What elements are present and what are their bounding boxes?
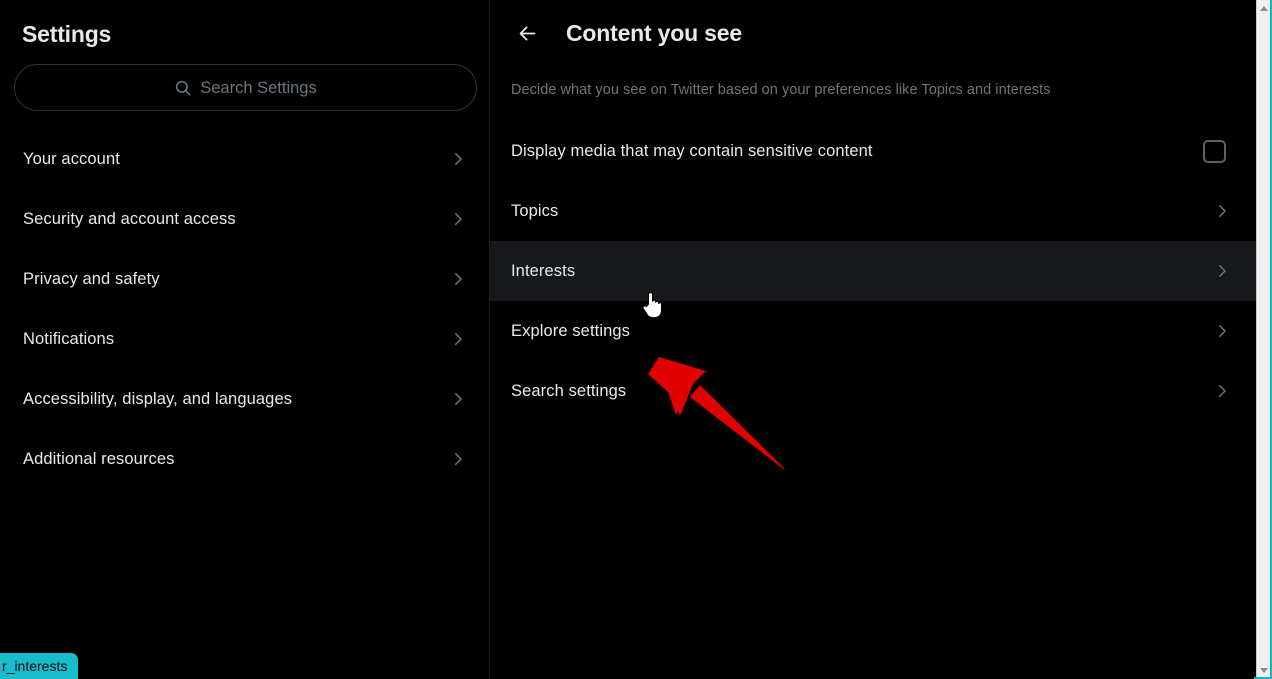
search-settings-input[interactable]: Search Settings [14, 64, 477, 111]
chevron-right-icon [449, 390, 467, 408]
sidebar-title: Settings [22, 21, 112, 47]
vertical-scrollbar[interactable] [1256, 0, 1271, 679]
sidebar-item-additional-resources[interactable]: Additional resources [0, 429, 489, 489]
chevron-right-icon [1213, 262, 1231, 280]
row-label: Interests [511, 262, 576, 280]
sidebar-item-accessibility-display-and-languages[interactable]: Accessibility, display, and languages [0, 369, 489, 429]
sidebar-item-label: Privacy and safety [23, 270, 160, 288]
chevron-right-icon [449, 210, 467, 228]
page-body: Settings Search Settings Your account Se… [0, 0, 1256, 679]
status-badge: r_interests [0, 653, 79, 679]
back-button[interactable] [510, 16, 544, 50]
triangle-up-icon [1260, 6, 1268, 11]
row-search-settings[interactable]: Search settings [490, 361, 1256, 421]
scrollbar-up-button[interactable] [1257, 0, 1271, 17]
row-interests[interactable]: Interests [490, 241, 1256, 301]
search-container: Search Settings [0, 48, 489, 111]
chevron-right-icon [1213, 322, 1231, 340]
sidebar-item-your-account[interactable]: Your account [0, 129, 489, 189]
sidebar-item-label: Security and account access [23, 210, 236, 228]
arrow-left-icon [517, 23, 538, 44]
sidebar-nav-list: Your account Security and account access [0, 129, 489, 489]
row-label: Display media that may contain sensitive… [511, 142, 873, 160]
sidebar-item-notifications[interactable]: Notifications [0, 309, 489, 369]
row-display-sensitive-media[interactable]: Display media that may contain sensitive… [490, 121, 1256, 181]
search-placeholder-text: Search Settings [200, 78, 317, 97]
panel-header: Content you see [490, 0, 1256, 66]
page-title: Content you see [566, 20, 742, 46]
chevron-right-icon [449, 270, 467, 288]
triangle-down-icon [1260, 668, 1268, 673]
settings-rows-list: Display media that may contain sensitive… [490, 121, 1256, 421]
row-label: Topics [511, 202, 559, 220]
chevron-right-icon [449, 150, 467, 168]
chevron-right-icon [449, 330, 467, 348]
chevron-right-icon [1213, 382, 1231, 400]
settings-sidebar: Settings Search Settings Your account Se… [0, 0, 490, 679]
sidebar-item-label: Additional resources [23, 450, 175, 468]
page-subtitle: Decide what you see on Twitter based on … [511, 82, 1051, 98]
sidebar-item-label: Accessibility, display, and languages [23, 390, 293, 408]
row-label: Explore settings [511, 322, 630, 340]
sensitive-content-checkbox[interactable] [1203, 139, 1226, 163]
sidebar-item-label: Notifications [23, 330, 115, 348]
sidebar-item-security-and-account-access[interactable]: Security and account access [0, 189, 489, 249]
chevron-right-icon [1213, 202, 1231, 220]
row-label: Search settings [511, 382, 627, 400]
search-icon [174, 79, 192, 97]
settings-app-window: Settings Search Settings Your account Se… [0, 0, 1272, 679]
row-topics[interactable]: Topics [490, 181, 1256, 241]
row-explore-settings[interactable]: Explore settings [490, 301, 1256, 361]
sidebar-item-privacy-and-safety[interactable]: Privacy and safety [0, 249, 489, 309]
content-you-see-panel: Content you see Decide what you see on T… [490, 0, 1256, 679]
chevron-right-icon [449, 450, 467, 468]
scrollbar-thumb[interactable] [1257, 17, 1271, 657]
sidebar-item-label: Your account [23, 150, 120, 168]
